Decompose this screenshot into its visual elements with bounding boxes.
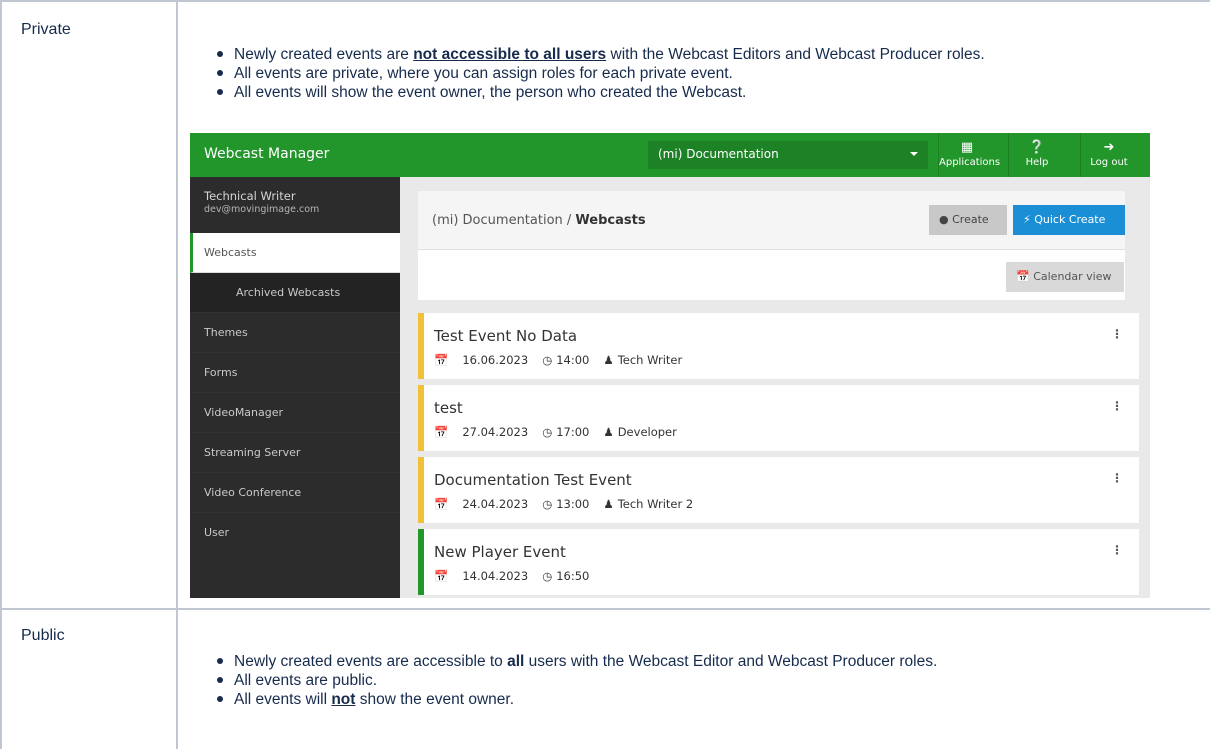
table-border-top	[0, 0, 1210, 2]
clock-icon: ◷	[542, 569, 553, 583]
event-title: Documentation Test Event	[434, 471, 632, 489]
logout-icon: ➜	[1103, 140, 1115, 155]
quick-create-button[interactable]: ⚡ Quick Create	[1013, 205, 1125, 235]
event-meta: 📅 24.04.2023 ◷ 13:00 ♟ Tech Writer 2	[434, 497, 694, 511]
list-item: All events are public.	[214, 671, 937, 690]
calendar-icon: 📅	[434, 425, 449, 439]
event-card[interactable]: Documentation Test Event 📅 24.04.2023 ◷ 13:…	[418, 457, 1139, 523]
user-icon: ♟	[603, 425, 614, 439]
calendar-icon: 📅	[434, 569, 449, 583]
calendar-view-button[interactable]: 📅 Calendar view	[1006, 262, 1124, 292]
list-item: All events will show the event owner, th…	[214, 83, 985, 102]
sidebar-item-user[interactable]: User	[190, 513, 400, 553]
help-button[interactable]: ❔ Help	[1008, 133, 1065, 177]
emphasis-text: not	[331, 691, 356, 708]
user-name: Technical Writer	[204, 189, 296, 203]
clock-icon: ◷	[542, 497, 553, 511]
calendar-icon: 📅	[1016, 270, 1030, 283]
create-button[interactable]: ● Create	[929, 205, 1007, 235]
calendar-icon: 📅	[434, 353, 449, 367]
kebab-icon[interactable]: ⋮	[1111, 543, 1123, 557]
breadcrumb: (mi) Documentation / Webcasts	[432, 213, 646, 228]
settings-table: Private Newly created events are not acc…	[0, 0, 1210, 749]
sidebar-item-video-conference[interactable]: Video Conference	[190, 473, 400, 513]
kebab-icon[interactable]: ⋮	[1111, 327, 1123, 341]
sidebar-item-themes[interactable]: Themes	[190, 313, 400, 353]
table-row-divider	[0, 608, 1210, 610]
toolbar: 📅 Calendar view	[418, 250, 1125, 300]
emphasis-text: all	[507, 653, 525, 670]
sidebar-item-forms[interactable]: Forms	[190, 353, 400, 393]
help-icon: ❔	[1028, 140, 1046, 155]
table-border-left	[0, 0, 2, 749]
grid-icon: ▦	[960, 140, 974, 155]
sidebar-item-streaming-server[interactable]: Streaming Server	[190, 433, 400, 473]
row-label-private: Private	[21, 21, 71, 38]
list-item: All events will not show the event owner…	[214, 690, 937, 709]
page-title: Webcasts	[575, 213, 646, 228]
public-bullet-list: Newly created events are accessible to a…	[214, 652, 937, 709]
sidebar-item-archived-webcasts[interactable]: Archived Webcasts	[190, 273, 400, 313]
event-title: Test Event No Data	[434, 327, 578, 345]
app-top-bar: Webcast Manager (mi) Documentation ▦ App…	[190, 133, 1150, 177]
list-item: Newly created events are accessible to a…	[214, 652, 937, 671]
page-header: (mi) Documentation / Webcasts ● Create ⚡…	[418, 191, 1125, 250]
lightning-icon: ⚡	[1023, 213, 1031, 226]
plus-circle-icon: ●	[939, 213, 949, 226]
event-meta: 📅 16.06.2023 ◷ 14:00 ♟ Tech Writer	[434, 353, 683, 367]
sidebar-item-webcasts[interactable]: Webcasts	[190, 233, 400, 273]
kebab-icon[interactable]: ⋮	[1111, 471, 1123, 485]
logout-button[interactable]: ➜ Log out	[1080, 133, 1137, 177]
event-card[interactable]: Test Event No Data 📅 16.06.2023 ◷ 14:00 ♟ Tec…	[418, 313, 1139, 379]
user-icon: ♟	[603, 353, 614, 367]
user-icon: ♟	[603, 497, 614, 511]
private-bullet-list: Newly created events are not accessible …	[214, 45, 985, 102]
sidebar-item-videomanager[interactable]: VideoManager	[190, 393, 400, 433]
chevron-down-icon	[910, 152, 918, 156]
kebab-icon[interactable]: ⋮	[1111, 399, 1123, 413]
list-item: Newly created events are not accessible …	[214, 45, 985, 64]
event-title: test	[434, 399, 463, 417]
webcast-manager-screenshot: Webcast Manager (mi) Documentation ▦ App…	[190, 133, 1150, 598]
event-card[interactable]: New Player Event 📅 14.04.2023 ◷ 16:50 ⋮	[418, 529, 1139, 595]
list-item: All events are private, where you can as…	[214, 64, 985, 83]
calendar-icon: 📅	[434, 497, 449, 511]
channel-select[interactable]: (mi) Documentation	[648, 141, 928, 169]
clock-icon: ◷	[542, 425, 553, 439]
emphasis-text: not accessible to all users	[413, 46, 607, 63]
app-brand: Webcast Manager	[204, 146, 330, 162]
applications-button[interactable]: ▦ Applications	[938, 133, 1000, 177]
event-title: New Player Event	[434, 543, 566, 561]
user-info: Technical Writer dev@movingimage.com	[204, 189, 319, 217]
event-card[interactable]: test 📅 27.04.2023 ◷ 17:00 ♟ Developer ⋮	[418, 385, 1139, 451]
user-email: dev@movingimage.com	[204, 204, 320, 215]
clock-icon: ◷	[542, 353, 553, 367]
event-meta: 📅 27.04.2023 ◷ 17:00 ♟ Developer	[434, 425, 677, 439]
event-meta: 📅 14.04.2023 ◷ 16:50	[434, 569, 590, 583]
sidebar: Technical Writer dev@movingimage.com Web…	[190, 177, 400, 598]
table-column-divider	[176, 0, 178, 749]
row-label-public: Public	[21, 627, 65, 644]
